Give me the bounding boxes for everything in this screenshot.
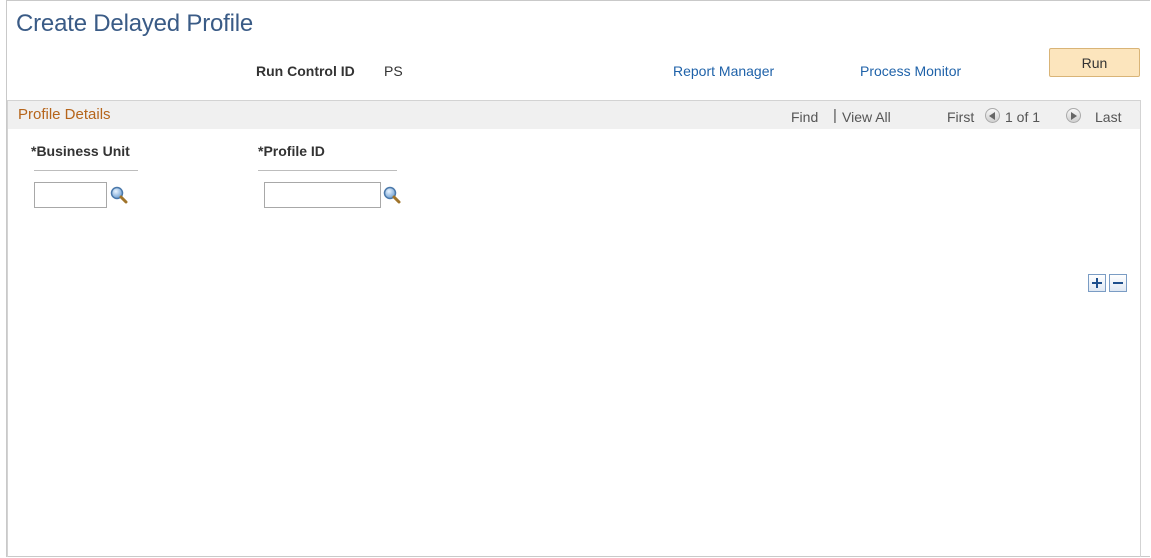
row-count: 1 of 1 xyxy=(1005,109,1041,125)
run-control-label: Run Control ID xyxy=(256,63,355,79)
profile-id-input[interactable] xyxy=(264,182,381,208)
find-link[interactable]: Find xyxy=(791,109,818,125)
left-arrow-icon[interactable] xyxy=(985,108,1000,123)
nav-separator: | xyxy=(833,107,837,124)
add-row-button[interactable] xyxy=(1088,274,1106,292)
column-divider xyxy=(258,170,397,171)
report-manager-link[interactable]: Report Manager xyxy=(673,63,774,79)
run-control-value: PS xyxy=(384,63,403,79)
magnifying-glass-icon[interactable] xyxy=(109,185,129,205)
business-unit-header: *Business Unit xyxy=(31,143,130,159)
profile-details-grid: Profile Details Find | View All First 1 … xyxy=(7,100,1141,557)
view-all-link[interactable]: View All xyxy=(842,109,891,125)
grid-header: Profile Details Find | View All First 1 … xyxy=(8,101,1140,129)
last-label: Last xyxy=(1095,109,1122,125)
page-title: Create Delayed Profile xyxy=(16,10,254,37)
delete-row-button[interactable] xyxy=(1109,274,1127,292)
grid-title: Profile Details xyxy=(18,106,111,123)
business-unit-input[interactable] xyxy=(34,182,107,208)
run-button[interactable]: Run xyxy=(1049,48,1140,77)
first-label: First xyxy=(947,109,975,125)
magnifying-glass-icon[interactable] xyxy=(382,185,402,205)
right-arrow-icon[interactable] xyxy=(1066,108,1081,123)
profile-id-header: *Profile ID xyxy=(258,143,325,159)
process-monitor-link[interactable]: Process Monitor xyxy=(860,63,961,79)
column-divider xyxy=(34,170,138,171)
